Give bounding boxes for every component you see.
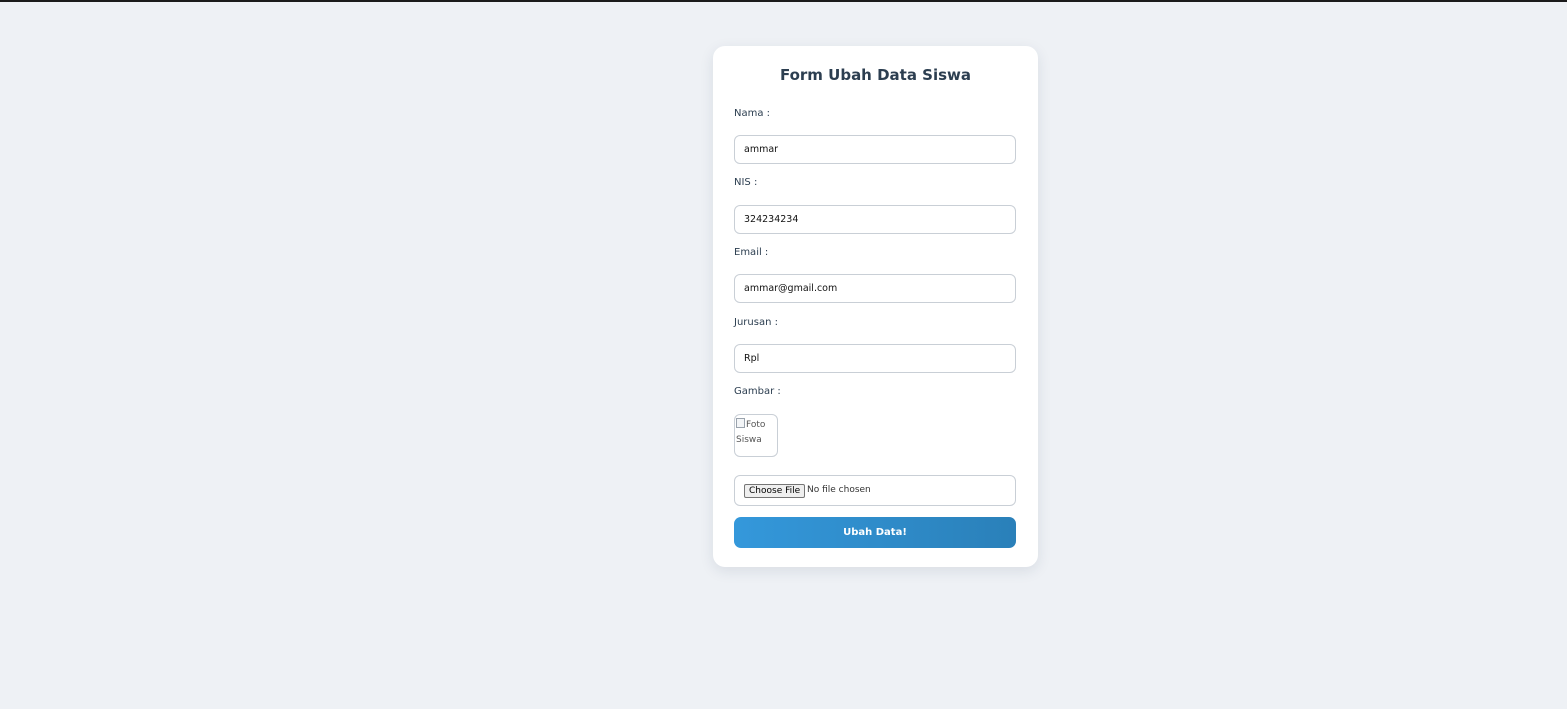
- nama-label: Nama :: [734, 108, 771, 119]
- jurusan-input[interactable]: [734, 344, 1016, 373]
- file-status-text: No file chosen: [807, 485, 871, 495]
- jurusan-label: Jurusan :: [734, 317, 778, 328]
- email-label: Email :: [734, 247, 769, 258]
- student-photo-alt-text: Foto Siswa: [736, 420, 766, 445]
- nis-label: NIS :: [734, 177, 758, 188]
- email-input[interactable]: [734, 274, 1016, 303]
- submit-button[interactable]: Ubah Data!: [734, 517, 1016, 548]
- edit-student-form: Form Ubah Data Siswa Nama : NIS : Email …: [713, 46, 1038, 567]
- choose-file-button[interactable]: Choose File: [744, 484, 806, 498]
- student-photo: Foto Siswa: [734, 414, 778, 457]
- gambar-label: Gambar :: [734, 386, 781, 397]
- form-title: Form Ubah Data Siswa: [779, 66, 972, 84]
- nama-input[interactable]: [734, 135, 1016, 164]
- browser-top-border: [0, 0, 1567, 2]
- file-input[interactable]: Choose File No file chosen: [734, 475, 1016, 506]
- nis-input[interactable]: [734, 205, 1016, 234]
